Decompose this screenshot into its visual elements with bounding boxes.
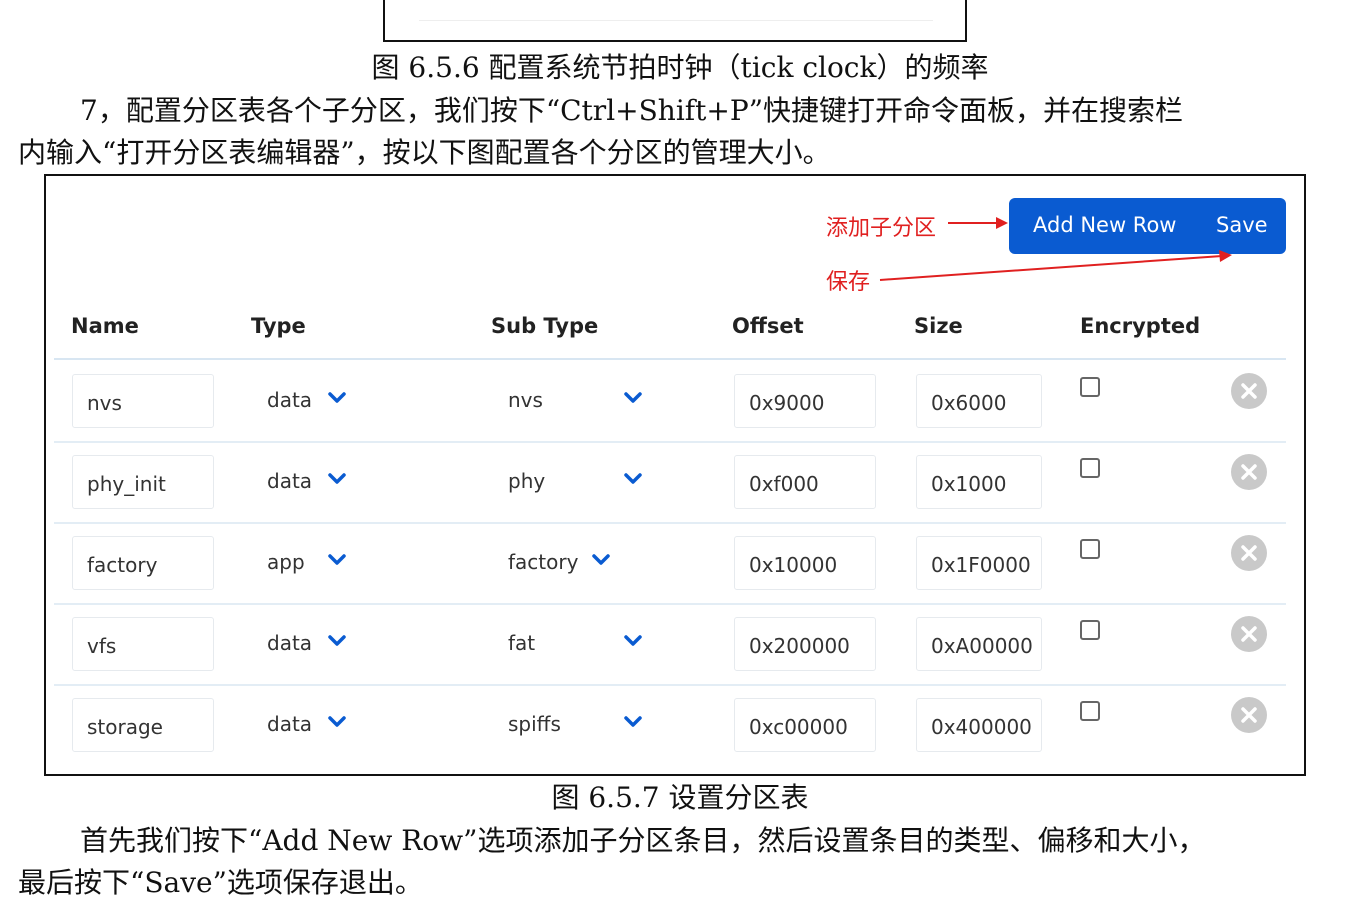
previous-figure-frame: [383, 0, 967, 42]
subtype-select[interactable]: nvs: [508, 388, 543, 412]
encrypted-checkbox[interactable]: [1080, 377, 1100, 397]
annotation-add-arrowhead: [996, 217, 1008, 229]
type-select[interactable]: data: [267, 712, 312, 736]
offset-input[interactable]: 0xc00000: [734, 698, 876, 752]
offset-input[interactable]: 0xf000: [734, 455, 876, 509]
figure-caption: 图 6.5.7 设置分区表: [551, 781, 809, 814]
annotation-save-label: 保存: [826, 270, 871, 295]
type-select[interactable]: data: [267, 631, 312, 655]
subtype-select[interactable]: spiffs: [508, 712, 561, 736]
offset-input[interactable]: 0x200000: [734, 617, 876, 671]
column-header-subtype: Sub Type: [491, 314, 599, 338]
name-input[interactable]: factory: [72, 536, 214, 590]
paragraph-1-line-2: 内输入“打开分区表编辑器”，按以下图配置各个分区的管理大小。: [18, 136, 831, 169]
chevron-down-icon[interactable]: [328, 392, 346, 404]
name-input[interactable]: storage: [72, 698, 214, 752]
table-row: phy_init data phy 0xf000 0x1000: [54, 441, 1286, 524]
paragraph-1: 7，配置分区表各个子分区，我们按下“Ctrl+Shift+P”快捷键打开命令面板…: [18, 90, 1348, 174]
name-input[interactable]: phy_init: [72, 455, 214, 509]
toolbar-button-group: Add New Row Save: [1009, 198, 1286, 254]
chevron-down-icon[interactable]: [328, 635, 346, 647]
encrypted-checkbox[interactable]: [1080, 539, 1100, 559]
column-header-type: Type: [251, 314, 306, 338]
size-input[interactable]: 0xA00000: [916, 617, 1042, 671]
delete-row-button[interactable]: [1231, 535, 1267, 571]
chevron-down-icon[interactable]: [328, 716, 346, 728]
previous-figure-inner: [419, 0, 933, 21]
type-select[interactable]: app: [267, 550, 305, 574]
offset-input[interactable]: 0x9000: [734, 374, 876, 428]
subtype-select[interactable]: factory: [508, 550, 578, 574]
paragraph-2-line-2: 最后按下“Save”选项保存退出。: [18, 866, 423, 899]
encrypted-checkbox[interactable]: [1080, 701, 1100, 721]
annotation-add-label: 添加子分区: [826, 216, 937, 241]
size-input[interactable]: 0x1000: [916, 455, 1042, 509]
column-header-offset: Offset: [732, 314, 804, 338]
chevron-down-icon[interactable]: [624, 716, 642, 728]
name-input[interactable]: vfs: [72, 617, 214, 671]
column-header-encrypted: Encrypted: [1080, 314, 1201, 338]
chevron-down-icon[interactable]: [592, 554, 610, 566]
size-input[interactable]: 0x400000: [916, 698, 1042, 752]
subtype-select[interactable]: fat: [508, 631, 535, 655]
partition-table-editor: Add New Row Save 添加子分区 保存 Name Type Sub …: [44, 174, 1306, 776]
delete-row-button[interactable]: [1231, 373, 1267, 409]
close-circle-icon: [1241, 707, 1257, 723]
add-new-row-button[interactable]: Add New Row: [1033, 213, 1176, 237]
size-input[interactable]: 0x6000: [916, 374, 1042, 428]
chevron-down-icon[interactable]: [328, 554, 346, 566]
chevron-down-icon[interactable]: [624, 635, 642, 647]
chevron-down-icon[interactable]: [328, 473, 346, 485]
close-circle-icon: [1241, 545, 1257, 561]
close-circle-icon: [1241, 383, 1257, 399]
column-header-name: Name: [71, 314, 139, 338]
paragraph-1-line-1: 7，配置分区表各个子分区，我们按下“Ctrl+Shift+P”快捷键打开命令面板…: [80, 94, 1184, 127]
delete-row-button[interactable]: [1231, 454, 1267, 490]
close-circle-icon: [1241, 464, 1257, 480]
column-header-size: Size: [914, 314, 963, 338]
close-circle-icon: [1241, 626, 1257, 642]
subtype-select[interactable]: phy: [508, 469, 545, 493]
table-row: vfs data fat 0x200000 0xA00000: [54, 603, 1286, 686]
annotation-save-arrow: [879, 255, 1223, 281]
offset-input[interactable]: 0x10000: [734, 536, 876, 590]
encrypted-checkbox[interactable]: [1080, 620, 1100, 640]
type-select[interactable]: data: [267, 388, 312, 412]
type-select[interactable]: data: [267, 469, 312, 493]
size-input[interactable]: 0x1F0000: [916, 536, 1042, 590]
delete-row-button[interactable]: [1231, 616, 1267, 652]
table-row: storage data spiffs 0xc00000 0x400000: [54, 684, 1286, 765]
paragraph-2: 首先我们按下“Add New Row”选项添加子分区条目，然后设置条目的类型、偏…: [18, 820, 1348, 904]
chevron-down-icon[interactable]: [624, 392, 642, 404]
delete-row-button[interactable]: [1231, 697, 1267, 733]
table-row: factory app factory 0x10000 0x1F0000: [54, 522, 1286, 605]
encrypted-checkbox[interactable]: [1080, 458, 1100, 478]
save-button[interactable]: Save: [1216, 213, 1268, 237]
name-input[interactable]: nvs: [72, 374, 214, 428]
chevron-down-icon[interactable]: [624, 473, 642, 485]
paragraph-2-line-1: 首先我们按下“Add New Row”选项添加子分区条目，然后设置条目的类型、偏…: [80, 824, 1206, 857]
previous-figure-caption: 图 6.5.6 配置系统节拍时钟（tick clock）的频率: [371, 51, 989, 84]
table-row: nvs data nvs 0x9000 0x6000: [54, 360, 1286, 443]
